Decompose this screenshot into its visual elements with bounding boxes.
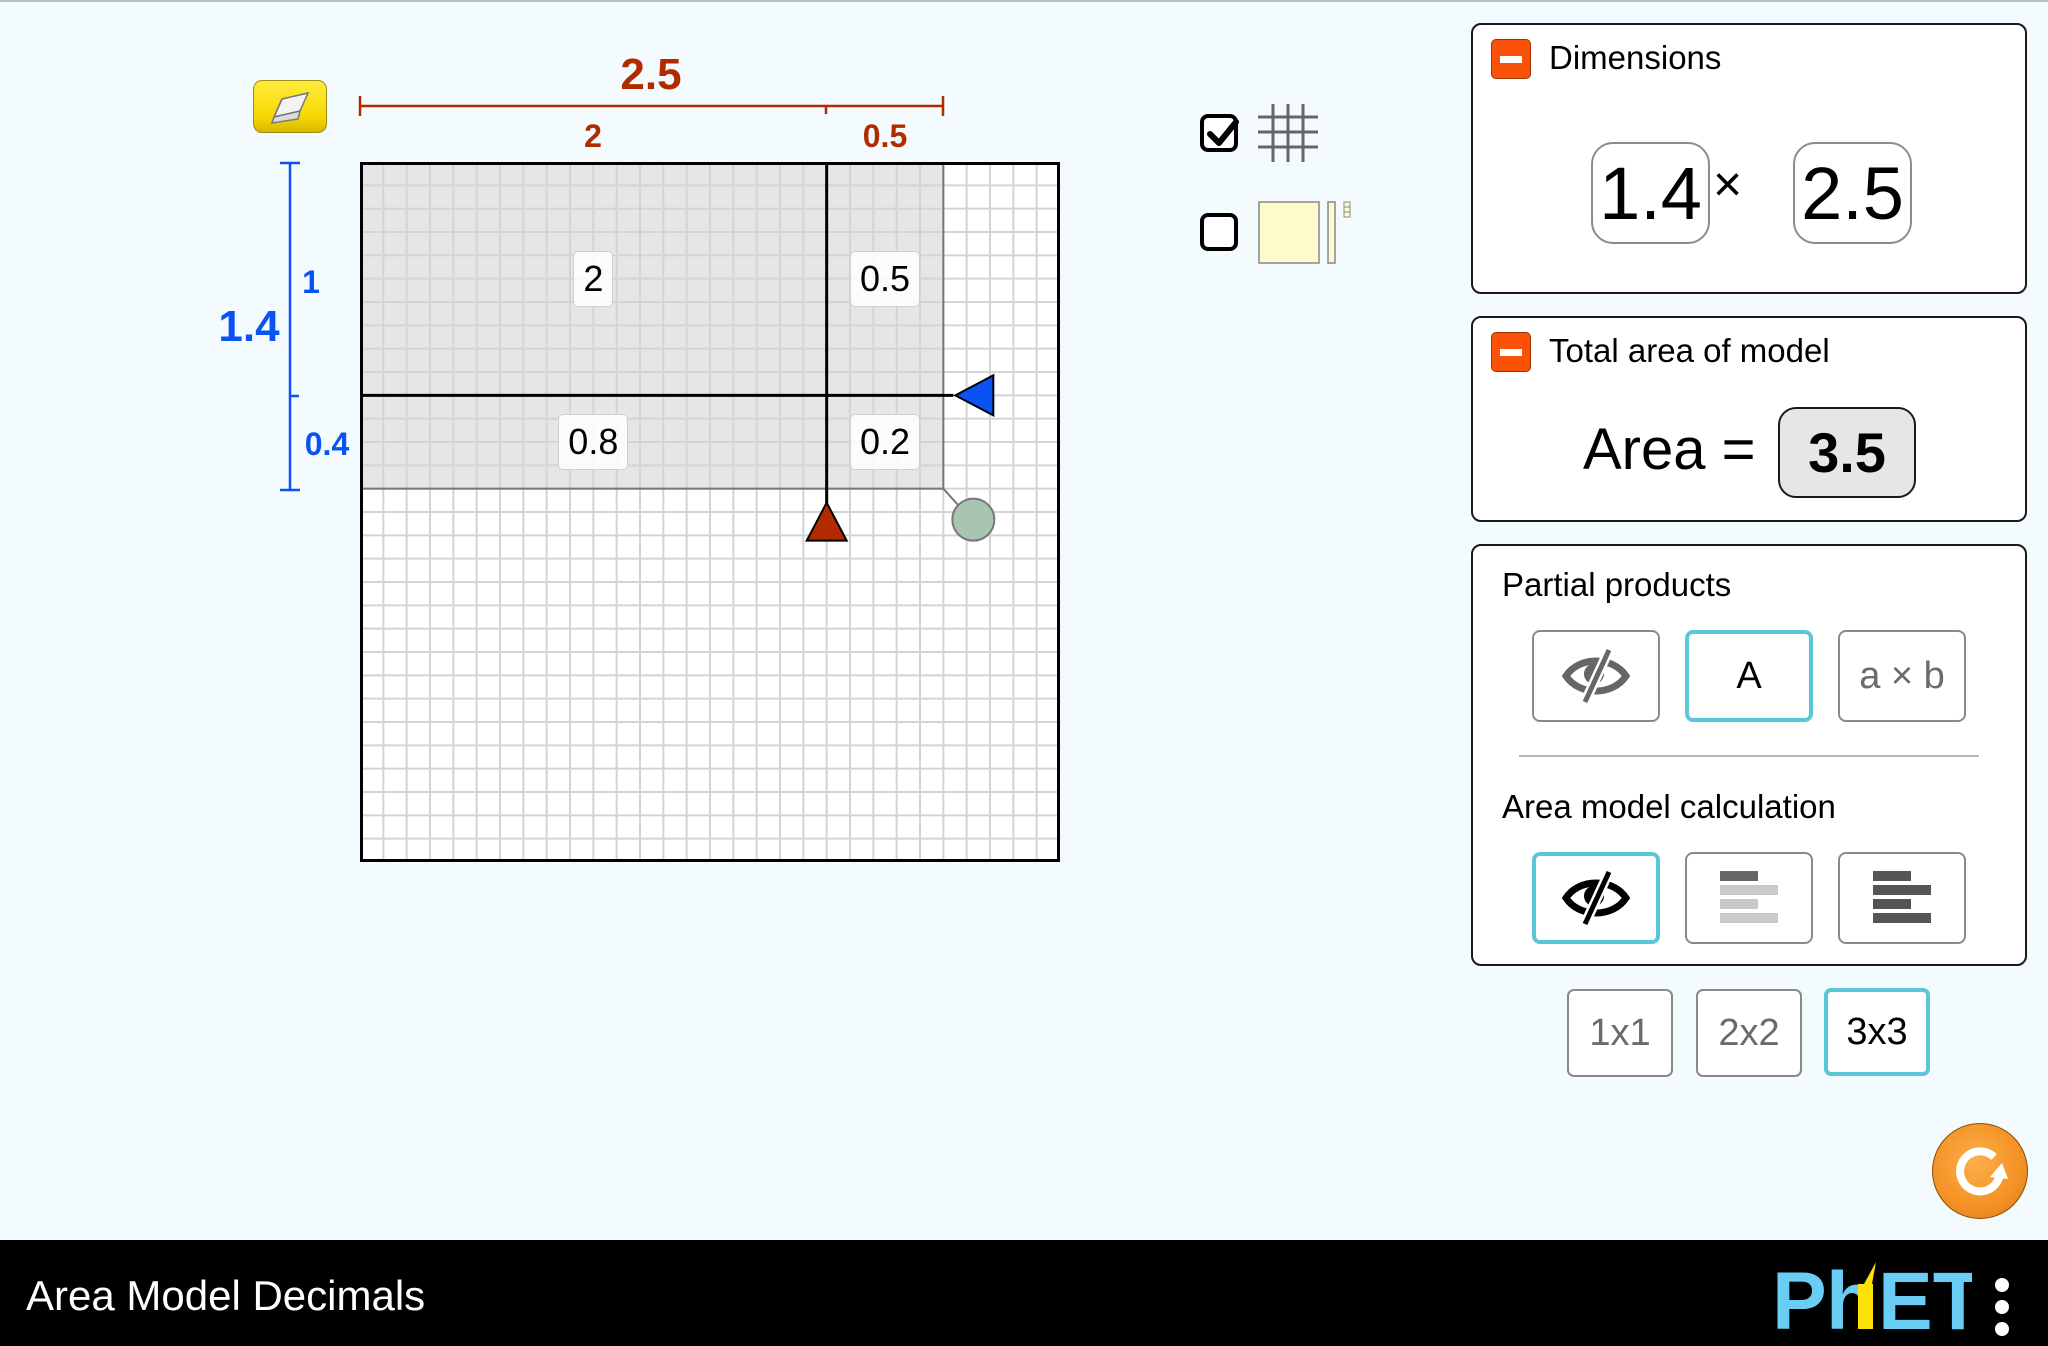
total-area-panel-title: Total area of model (1549, 332, 1830, 369)
height-value-display: 1.4 (1591, 142, 1710, 244)
calculation-all-lines-button[interactable] (1838, 852, 1966, 944)
partial-product-label: 2 (573, 250, 614, 307)
collapse-total-area-button[interactable] (1491, 332, 1531, 372)
area-model-grid: 2 0.5 0.8 0.2 (360, 162, 1060, 864)
sim-title: Area Model Decimals (26, 1272, 426, 1319)
height-part-label: 0.4 (304, 426, 350, 462)
eraser-button[interactable] (253, 80, 327, 133)
svg-text:ET: ET (1878, 1256, 1972, 1334)
reset-all-button[interactable] (1932, 1123, 2028, 1219)
partial-products-hidden-button[interactable] (1532, 630, 1660, 722)
grid-icon (1258, 104, 1318, 162)
grid-size-2x2-button[interactable]: 2x2 (1696, 989, 1802, 1077)
line-by-line-icon (1720, 871, 1778, 923)
partial-products-dimensions-button[interactable]: a × b (1838, 630, 1966, 722)
dimensions-panel: Dimensions 1.4 × 2.5 (1471, 23, 2027, 294)
area-label: Area = (1583, 417, 1756, 482)
width-part-label: 0.5 (862, 118, 908, 154)
eye-hidden-icon (1561, 870, 1631, 926)
partial-product-label: 0.5 (849, 250, 921, 307)
grid-size-1x1-button[interactable]: 1x1 (1567, 989, 1673, 1077)
total-area-panel: Total area of model Area = 3.5 (1471, 316, 2027, 522)
eye-hidden-icon (1561, 648, 1631, 704)
svg-text:P: P (1772, 1256, 1827, 1334)
times-sign: × (1713, 156, 1743, 212)
tiles-checkbox[interactable] (1200, 213, 1238, 251)
width-part-label: 2 (584, 118, 602, 154)
width-value-display: 2.5 (1793, 142, 1912, 244)
calculation-line-by-line-button[interactable] (1685, 852, 1813, 944)
partial-product-label: 0.8 (558, 414, 629, 470)
area-value-display: 3.5 (1778, 407, 1916, 498)
area-model-calculation-title: Area model calculation (1502, 788, 1836, 825)
reset-icon (1956, 1147, 2008, 1196)
menu-icon[interactable] (1995, 1278, 2009, 1344)
width-total-label: 2.5 (620, 50, 682, 99)
partial-products-area-button[interactable]: A (1685, 630, 1813, 722)
height-total-label: 1.4 (218, 302, 280, 351)
checkmark-icon (1207, 119, 1239, 146)
display-options-panel: Partial products A a × b Area model calc… (1471, 544, 2027, 966)
calculation-hidden-button[interactable] (1532, 852, 1660, 944)
partial-product-label: 0.2 (849, 414, 921, 470)
tiles-icon (1258, 201, 1351, 264)
height-part-label: 1 (302, 264, 320, 300)
grid-size-3x3-button[interactable]: 3x3 (1824, 988, 1930, 1076)
grid-lines-checkbox[interactable] (1200, 114, 1239, 152)
partial-products-title: Partial products (1502, 566, 1732, 603)
collapse-dimensions-button[interactable] (1491, 39, 1531, 79)
navigation-bar: Area Model Decimals P h ET (0, 1240, 2048, 1346)
section-divider (1519, 755, 1979, 757)
eraser-icon (270, 91, 310, 124)
all-lines-icon (1873, 871, 1931, 923)
phet-logo[interactable]: P h ET (1772, 1254, 1972, 1334)
dimensions-panel-title: Dimensions (1549, 39, 1722, 76)
